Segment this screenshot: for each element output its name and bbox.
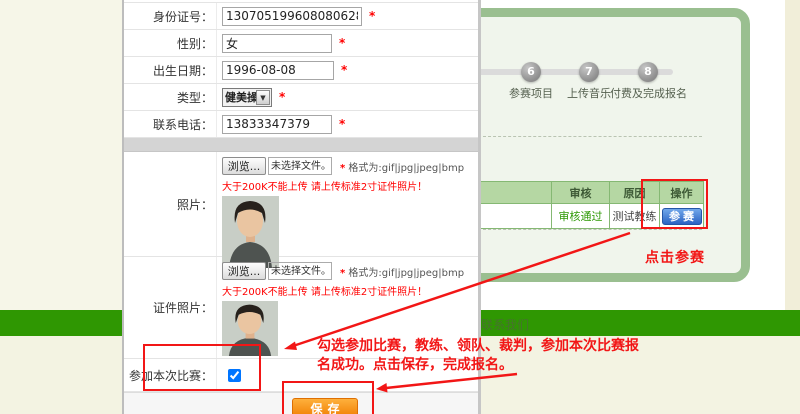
phone-row: 联系电话： *	[124, 111, 478, 138]
step-7-label: 上传音乐	[567, 85, 611, 101]
id-number-row: 身份证号： *	[124, 3, 478, 30]
id-number-input[interactable]	[222, 7, 362, 26]
id-photo-browse-button[interactable]: 浏览...	[222, 262, 266, 280]
birth-date-input[interactable]	[222, 61, 334, 80]
required-asterisk: *	[341, 63, 347, 77]
required-asterisk: *	[369, 9, 375, 23]
id-photo-label: 证件照片：	[124, 257, 217, 358]
birth-date-label: 出生日期：	[124, 57, 217, 83]
photo-browse-button[interactable]: 浏览...	[222, 157, 266, 175]
step-6-circle: 6	[521, 62, 541, 82]
required-asterisk: *	[340, 268, 345, 279]
gender-row: 性别： *	[124, 30, 478, 57]
required-asterisk: *	[279, 90, 285, 104]
gender-input[interactable]	[222, 34, 332, 53]
panel-divider-bottom	[483, 229, 702, 230]
photo-label: 照片：	[124, 152, 217, 256]
required-asterisk: *	[339, 117, 345, 131]
type-select-value: 健美操	[223, 89, 256, 105]
id-photo-size-warning: 大于200K不能上传 请上传标准2寸证件照片！	[222, 283, 478, 298]
id-photo-no-file-text: 未选择文件。	[268, 262, 332, 280]
type-select[interactable]: 健美操 ▼	[222, 88, 272, 107]
highlight-box-checkbox	[143, 344, 261, 391]
annotation-note-line1: 勾选参加比赛，教练、领队、裁判，参加本次比赛报	[317, 337, 639, 356]
step-8-circle: 8	[638, 62, 658, 82]
type-label: 类型：	[124, 84, 217, 110]
id-number-label: 身份证号：	[124, 3, 217, 29]
annotation-note: 勾选参加比赛，教练、领队、裁判，参加本次比赛报 名成功。点击保存，完成报名。	[317, 337, 639, 375]
step-6-label: 参赛项目	[509, 85, 553, 101]
phone-input[interactable]	[222, 115, 332, 134]
chevron-down-icon[interactable]: ▼	[256, 90, 270, 105]
annotation-note-line2: 名成功。点击保存，完成报名。	[317, 356, 639, 375]
section-separator	[124, 138, 478, 152]
contact-us-link[interactable]: 联系我们	[481, 316, 529, 333]
gender-label: 性别：	[124, 30, 217, 56]
id-photo-format-note: * 格式为:gif|jpg|jpeg|bmp	[340, 264, 464, 279]
birth-date-row: 出生日期： *	[124, 57, 478, 84]
panel-divider-top	[483, 136, 702, 137]
photo-size-warning: 大于200K不能上传 请上传标准2寸证件照片！	[222, 178, 478, 193]
step-8-label: 付费及完成报名	[610, 85, 687, 101]
step-7-circle: 7	[579, 62, 599, 82]
audit-column-header: 审核	[552, 182, 610, 204]
required-asterisk: *	[340, 163, 345, 174]
photo-format-note: * 格式为:gif|jpg|jpeg|bmp	[340, 159, 464, 174]
photo-row: 照片： 浏览... 未选择文件。 * 格式为:gif|jpg|jpeg|bmp …	[124, 152, 478, 257]
highlight-box-save-button	[282, 381, 374, 414]
annotation-click-join: 点击参赛	[645, 247, 705, 267]
required-asterisk: *	[339, 36, 345, 50]
audit-status-cell: 审核通过	[552, 204, 610, 229]
photo-no-file-text: 未选择文件。	[268, 157, 332, 175]
type-row: 类型： 健美操 ▼ *	[124, 84, 478, 111]
highlight-box-operation-column	[641, 179, 708, 229]
phone-label: 联系电话：	[124, 111, 217, 137]
